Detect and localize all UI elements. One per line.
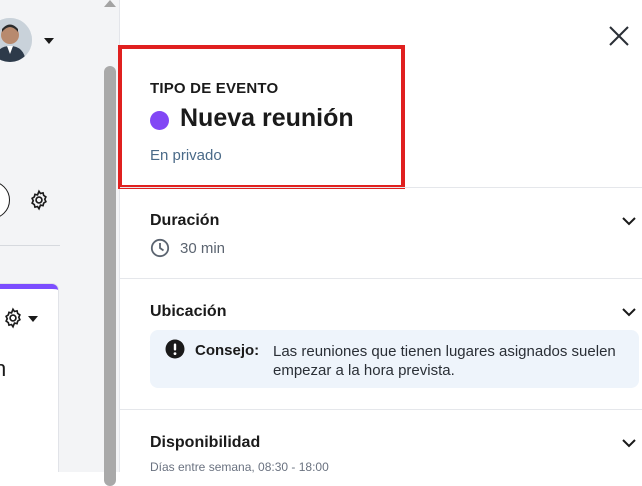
scrollbar-thumb[interactable] — [104, 66, 116, 486]
avatar-dropdown-caret-icon[interactable] — [44, 38, 54, 44]
gear-icon[interactable] — [28, 189, 50, 211]
divider — [0, 245, 60, 246]
event-privacy: En privado — [150, 147, 222, 164]
event-type-label: TIPO DE EVENTO — [150, 80, 279, 97]
duration-title[interactable]: Duración — [150, 212, 219, 230]
location-chevron-down-icon[interactable] — [621, 304, 637, 320]
pill-button[interactable] — [0, 181, 10, 219]
section-divider — [120, 409, 642, 410]
alert-icon — [165, 339, 185, 359]
card-title-fragment: n — [0, 356, 7, 381]
tip-text: Las reuniones que tienen lugares asignad… — [273, 343, 616, 379]
duration-value: 30 min — [180, 239, 226, 257]
duration-chevron-down-icon[interactable] — [621, 213, 637, 229]
duration-row: 30 min — [150, 237, 225, 259]
event-name: Nueva reunión — [180, 104, 354, 132]
event-color-dot — [150, 111, 169, 130]
clock-icon — [150, 238, 170, 258]
section-divider — [120, 278, 642, 279]
card-dropdown-caret-icon[interactable] — [28, 316, 38, 322]
user-avatar[interactable] — [0, 18, 32, 62]
scroll-up-arrow-icon[interactable] — [104, 0, 116, 7]
card-gear-icon[interactable] — [2, 307, 24, 329]
close-icon[interactable] — [605, 22, 633, 50]
section-divider — [120, 187, 642, 188]
availability-chevron-down-icon[interactable] — [621, 435, 637, 451]
tip-label: Consejo: — [195, 342, 260, 359]
availability-title[interactable]: Disponibilidad — [150, 434, 260, 452]
location-title[interactable]: Ubicación — [150, 303, 226, 321]
